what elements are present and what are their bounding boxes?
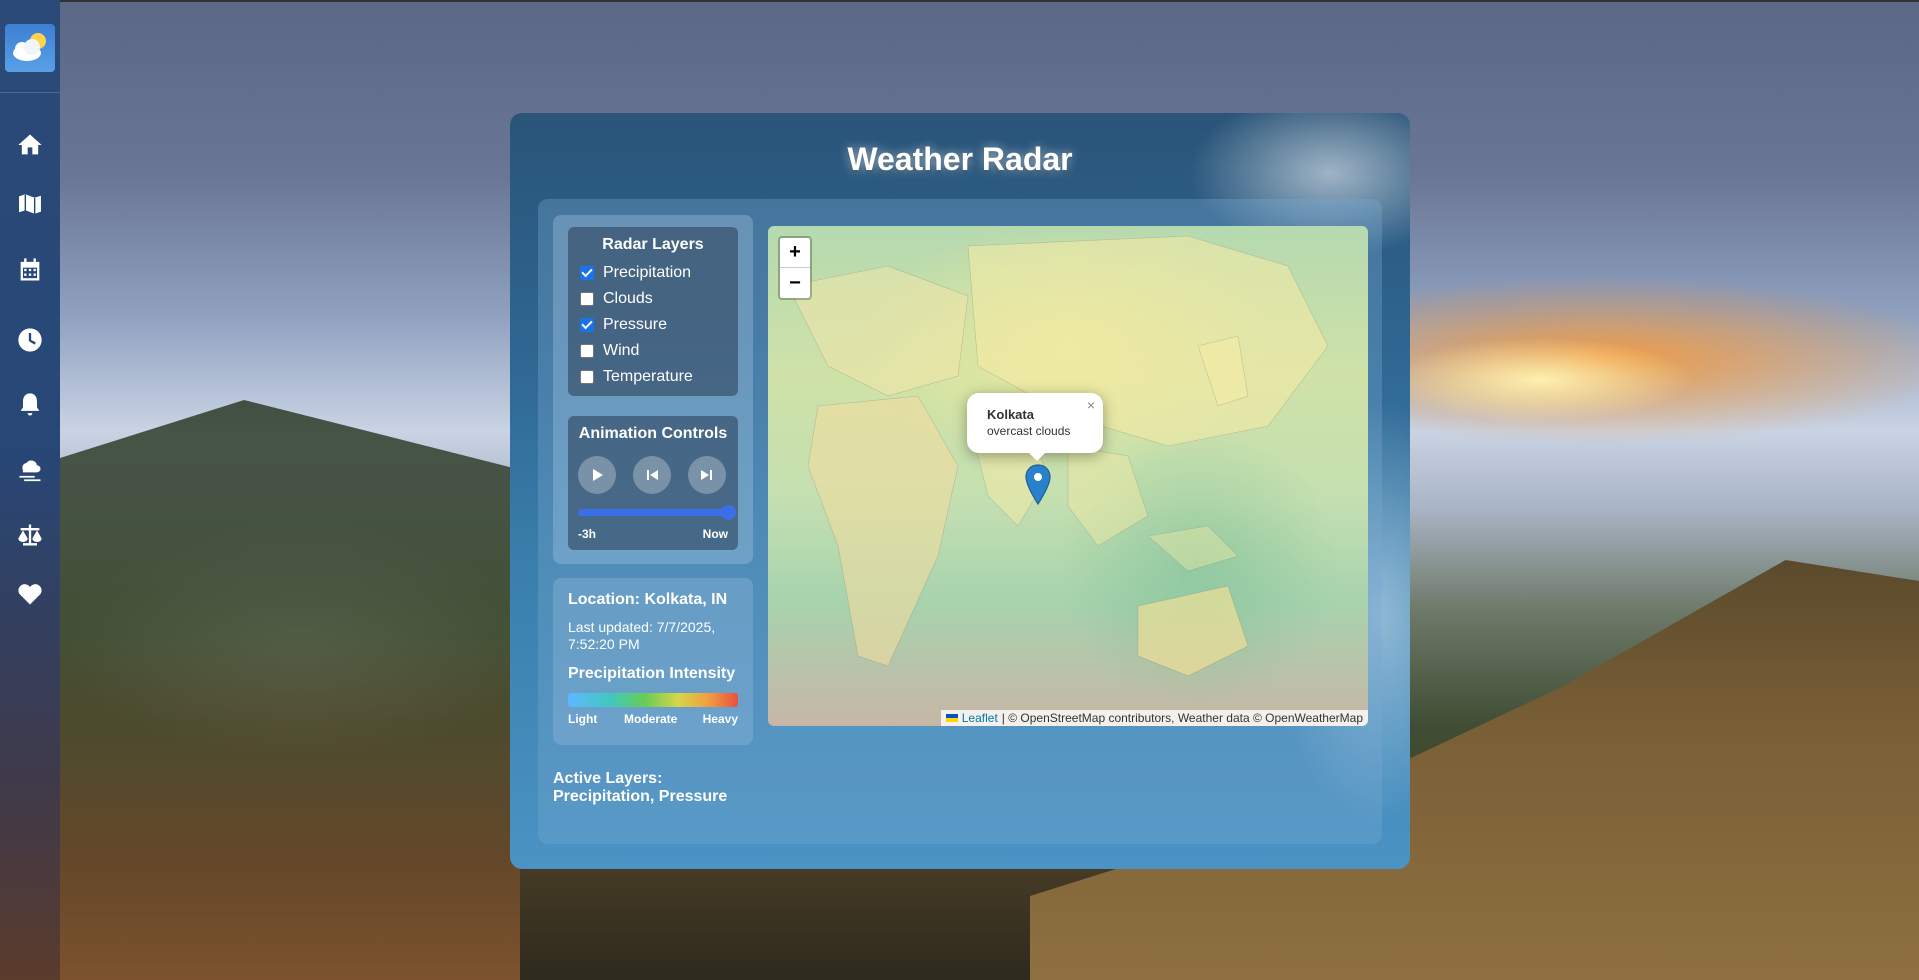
location-popup: × Kolkata overcast clouds (967, 393, 1103, 453)
skip-back-icon (647, 470, 658, 480)
clock-icon (18, 328, 42, 352)
zoom-in-button[interactable]: + (780, 238, 810, 268)
sidebar-divider (0, 92, 60, 93)
window-top-border (0, 0, 1919, 2)
sidebar-item-history[interactable] (14, 324, 46, 356)
layer-label: Temperature (603, 368, 693, 385)
sidebar-item-weather[interactable] (14, 454, 46, 486)
compare-scale-icon (18, 524, 42, 546)
sidebar-item-alerts[interactable] (14, 389, 46, 421)
sidebar-item-compare[interactable] (14, 519, 46, 551)
active-layers-value: Precipitation, Pressure (553, 788, 728, 805)
radar-layers-title: Radar Layers (602, 236, 704, 253)
step-forward-button[interactable] (688, 456, 726, 494)
layer-label: Precipitation (603, 264, 692, 281)
leaflet-link[interactable]: Leaflet (962, 710, 998, 726)
intensity-label-moderate: Moderate (624, 712, 678, 726)
layer-wind[interactable]: Wind (580, 341, 639, 361)
bell-icon (20, 393, 40, 416)
background-hill-left (60, 400, 520, 980)
wind-checkbox[interactable] (580, 344, 594, 358)
active-layers-label: Active Layers: (553, 770, 663, 787)
layer-temperature[interactable]: Temperature (580, 367, 693, 387)
home-icon (18, 134, 42, 155)
precipitation-checkbox[interactable] (580, 266, 594, 280)
timeline-slider-thumb[interactable] (721, 505, 736, 520)
skip-forward-icon (701, 470, 712, 480)
play-icon (593, 469, 603, 481)
timeline-slider-track[interactable] (578, 509, 728, 516)
intensity-label-light: Light (568, 712, 598, 726)
heart-icon (18, 584, 42, 605)
temperature-checkbox[interactable] (580, 370, 594, 384)
sidebar-item-favorites[interactable] (14, 578, 46, 610)
intensity-label-heavy: Heavy (702, 712, 738, 726)
weather-logo-icon (13, 33, 46, 61)
radar-content: Radar Layers Precipitation Clouds Pressu… (538, 199, 1382, 844)
radar-layers-box: Radar Layers Precipitation Clouds Pressu… (568, 227, 738, 396)
sidebar-item-calendar[interactable] (14, 254, 46, 286)
sidebar-item-home[interactable] (14, 129, 46, 161)
slider-end-label: Now (702, 527, 728, 541)
page-title: Weather Radar (847, 141, 1073, 177)
precipitation-intensity-title: Precipitation Intensity (568, 665, 736, 682)
layer-label: Clouds (603, 290, 653, 307)
clouds-checkbox[interactable] (580, 292, 594, 306)
map-tiles (787, 235, 1329, 677)
ukraine-flag-icon (945, 714, 958, 722)
location-text: Location: Kolkata, IN (568, 591, 728, 608)
sidebar (0, 0, 60, 980)
slider-start-label: -3h (578, 527, 596, 541)
popup-close-button[interactable]: × (1087, 397, 1095, 413)
animation-controls-title: Animation Controls (578, 425, 728, 442)
play-button[interactable] (578, 456, 616, 494)
layer-precipitation[interactable]: Precipitation (580, 263, 691, 283)
info-box: Location: Kolkata, IN Last updated: 7/7/… (553, 578, 753, 745)
layer-pressure[interactable]: Pressure (580, 315, 667, 335)
location-marker[interactable] (1024, 464, 1052, 506)
calendar-icon (20, 258, 40, 281)
animation-controls-box: Animation Controls -3h Now (568, 416, 738, 550)
app-logo[interactable] (5, 24, 55, 72)
last-updated-text: Last updated: 7/7/2025, 7:52:20 PM (568, 619, 716, 652)
radar-map[interactable]: + − × Kolkata overcast clouds Leaflet | … (768, 226, 1368, 726)
popup-description: overcast clouds (987, 424, 1071, 438)
map-icon (17, 192, 43, 216)
precipitation-intensity-legend (568, 693, 738, 707)
layer-label: Pressure (603, 316, 668, 333)
active-layers-summary: Active Layers: Precipitation, Pressure (553, 770, 783, 806)
step-back-button[interactable] (633, 456, 671, 494)
map-pin-icon (1025, 464, 1051, 506)
map-attribution: Leaflet | © OpenStreetMap contributors, … (940, 710, 1368, 726)
controls-column: Radar Layers Precipitation Clouds Pressu… (553, 215, 753, 564)
zoom-control: + − (778, 236, 812, 300)
sidebar-item-map[interactable] (14, 188, 46, 220)
popup-city: Kolkata (987, 407, 1034, 422)
weather-radar-panel: Weather Radar Radar Layers Precipitation… (510, 113, 1410, 869)
pressure-checkbox[interactable] (580, 318, 594, 332)
zoom-out-button[interactable]: − (780, 268, 810, 298)
popup-tip (1027, 451, 1047, 461)
weather-cloud-icon (19, 460, 41, 482)
layer-label: Wind (603, 342, 640, 359)
layer-clouds[interactable]: Clouds (580, 289, 653, 309)
attribution-text: | © OpenStreetMap contributors, Weather … (1001, 711, 1363, 725)
